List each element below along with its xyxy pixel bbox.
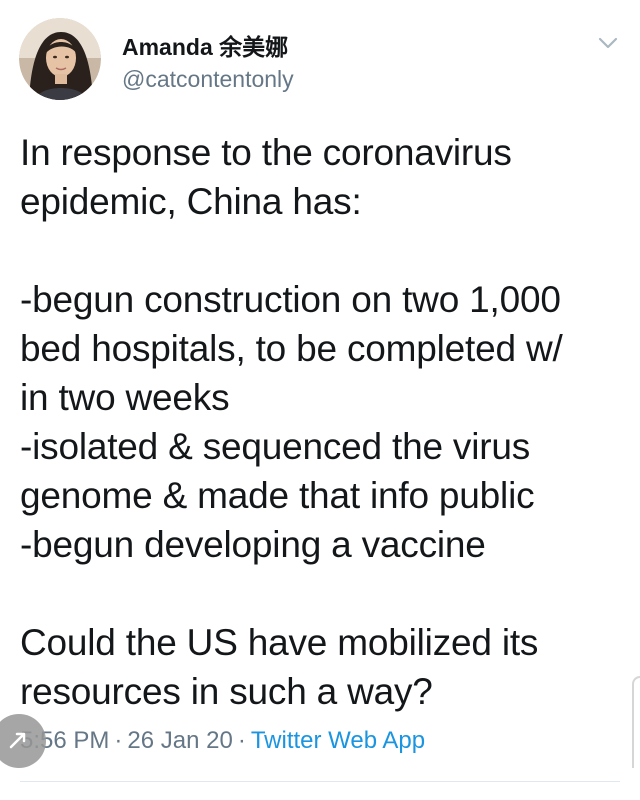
meta-separator: ·	[114, 727, 123, 754]
profile-photo-icon	[19, 18, 101, 100]
tweet-text: In response to the coronavirus epidemic,…	[20, 128, 625, 716]
chevron-down-icon[interactable]	[598, 36, 618, 50]
avatar[interactable]	[19, 18, 101, 100]
tweet-date[interactable]: 26 Jan 20	[127, 727, 232, 754]
tweet-source-link[interactable]: Twitter Web App	[251, 727, 425, 754]
tweet-line: Could the US have mobilized its	[20, 622, 539, 663]
share-button[interactable]	[0, 714, 46, 768]
tweet-line: genome & made that info public	[20, 475, 535, 516]
tweet-line: bed hospitals, to be completed w/	[20, 328, 563, 369]
tweet-line: epidemic, China has:	[20, 181, 362, 222]
share-icon	[9, 732, 26, 749]
tweet-line: resources in such a way?	[20, 671, 433, 712]
tweet-meta: 5:56 PM · 26 Jan 20 · Twitter Web App	[20, 727, 425, 755]
tweet-line: -begun construction on two 1,000	[20, 279, 561, 320]
author-display-name[interactable]: Amanda 余美娜	[122, 28, 288, 62]
edge-panel-handle[interactable]	[632, 676, 640, 768]
tweet-line: In response to the coronavirus	[20, 132, 512, 173]
author-handle[interactable]: @catcontentonly	[122, 66, 294, 93]
divider	[20, 781, 620, 782]
tweet-card: Amanda 余美娜 @catcontentonly In response t…	[0, 0, 640, 800]
tweet-line: -begun developing a vaccine	[20, 524, 486, 565]
tweet-line: in two weeks	[20, 377, 230, 418]
tweet-line: -isolated & sequenced the virus	[20, 426, 531, 467]
meta-separator: ·	[237, 727, 246, 754]
